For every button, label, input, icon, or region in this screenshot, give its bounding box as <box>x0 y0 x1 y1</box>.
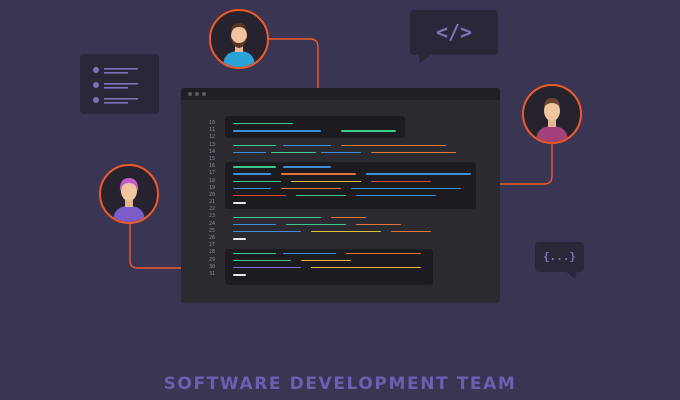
code-line <box>233 259 291 262</box>
line-number: 31 <box>208 270 215 277</box>
developer-avatar-top[interactable] <box>209 9 269 69</box>
code-line <box>233 166 276 168</box>
code-line <box>321 151 361 154</box>
line-number: 18 <box>208 177 215 184</box>
line-number: 17 <box>208 170 215 177</box>
code-line <box>233 144 276 146</box>
code-line <box>356 223 401 226</box>
line-number: 24 <box>208 220 215 227</box>
code-line <box>233 216 321 218</box>
line-number: 23 <box>208 213 215 220</box>
code-block-highlight <box>225 162 476 209</box>
line-number: 16 <box>208 163 215 170</box>
code-line <box>283 166 331 168</box>
code-line <box>341 130 396 132</box>
developer-avatar-right[interactable] <box>522 84 582 144</box>
code-line <box>233 223 276 226</box>
braces-bubble: {...} <box>535 242 584 272</box>
code-line <box>351 187 461 190</box>
code-tag-icon: </> <box>435 20 473 44</box>
code-editor-window: 10 11 12 13 14 15 16 17 18 19 20 21 22 2… <box>181 88 500 303</box>
line-number: 11 <box>208 127 215 134</box>
code-line <box>233 202 246 204</box>
code-tag-bubble: </> <box>410 10 498 55</box>
line-number: 13 <box>208 141 215 148</box>
list-bubble <box>80 54 159 114</box>
line-number: 14 <box>208 148 215 155</box>
code-line <box>331 216 366 218</box>
line-number: 10 <box>208 120 215 126</box>
code-tag-bubble-tail <box>418 54 432 63</box>
line-number: 26 <box>208 235 215 241</box>
woman-icon <box>113 178 145 222</box>
code-line <box>281 187 341 190</box>
line-number: 30 <box>208 263 215 270</box>
line-number-gutter: 10 11 12 13 14 15 16 17 18 19 20 21 22 2… <box>181 120 223 278</box>
code-line <box>371 180 431 182</box>
code-line <box>283 144 331 146</box>
code-line <box>371 151 456 154</box>
code-line <box>233 231 301 233</box>
code-line <box>291 180 361 182</box>
code-line <box>233 173 271 175</box>
line-number: 20 <box>208 191 215 198</box>
line-number: 25 <box>208 227 215 234</box>
line-number: 29 <box>208 256 215 263</box>
code-line <box>233 151 266 154</box>
page-title: SOFTWARE DEVELOPMENT TEAM <box>163 374 517 394</box>
code-line <box>311 231 381 233</box>
line-number: 22 <box>208 206 215 213</box>
code-line <box>233 180 281 182</box>
code-line <box>391 231 431 233</box>
line-number: 27 <box>208 242 215 249</box>
line-number: 21 <box>208 199 215 206</box>
window-dot-icon <box>195 92 199 96</box>
code-line <box>341 144 446 146</box>
code-line <box>233 187 271 190</box>
man-icon <box>536 98 568 142</box>
code-line <box>233 130 321 132</box>
developer-avatar-left[interactable] <box>99 164 159 224</box>
line-number: 19 <box>208 184 215 191</box>
code-line <box>271 151 316 154</box>
code-line <box>233 252 276 254</box>
braces-bubble-tail <box>565 271 577 279</box>
code-line <box>286 223 346 226</box>
code-line <box>346 252 421 254</box>
line-number: 15 <box>208 155 215 162</box>
code-line <box>233 274 246 276</box>
line-number: 12 <box>208 134 215 141</box>
code-block-highlight <box>225 116 405 138</box>
editor-titlebar <box>181 88 500 100</box>
code-line <box>366 173 471 175</box>
window-dot-icon <box>188 92 192 96</box>
bearded-man-icon <box>223 23 255 67</box>
code-line <box>233 238 246 240</box>
braces-icon: {...} <box>542 250 577 263</box>
code-line <box>281 173 356 175</box>
window-dot-icon <box>202 92 206 96</box>
code-line <box>283 252 336 254</box>
code-line <box>301 259 351 262</box>
list-icon <box>93 67 138 104</box>
line-number: 28 <box>208 249 215 256</box>
